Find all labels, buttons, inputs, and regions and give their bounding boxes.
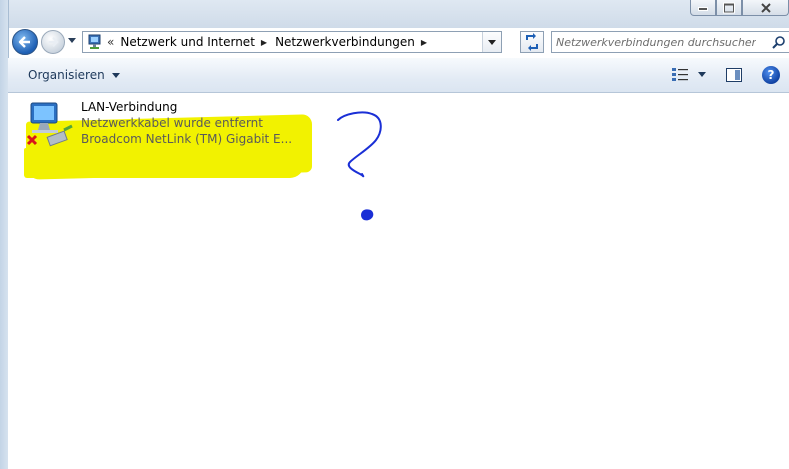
recent-pages-dropdown[interactable]: [68, 38, 76, 43]
change-view-icon[interactable]: [672, 68, 688, 82]
connection-status: Netzwerkkabel wurde entfernt: [81, 116, 263, 130]
caption-buttons: [690, 0, 789, 17]
search-icon[interactable]: [772, 35, 786, 49]
search-box[interactable]: [551, 31, 789, 53]
organize-label: Organisieren: [28, 68, 105, 82]
forward-arrow-icon: [48, 36, 59, 48]
breadcrumb-item-network-internet[interactable]: Netzwerk und Internet: [120, 35, 255, 49]
close-icon: [760, 2, 771, 13]
refresh-icon: [526, 33, 538, 51]
back-arrow-icon: [18, 36, 30, 48]
chevron-down-icon: [111, 72, 120, 78]
network-folder-icon: [88, 34, 101, 49]
help-button[interactable]: ?: [762, 66, 780, 84]
breadcrumb-separator-icon[interactable]: ▶: [261, 38, 267, 47]
maximize-button[interactable]: [716, 0, 742, 16]
connection-device: Broadcom NetLink (TM) Gigabit E...: [81, 132, 293, 146]
navigation-bar: « Netzwerk und Internet ▶ Netzwerkverbin…: [8, 28, 789, 58]
breadcrumb-separator-icon[interactable]: ▶: [421, 38, 427, 47]
chevron-down-icon: [488, 40, 496, 45]
search-input[interactable]: [556, 34, 756, 50]
minimize-icon: [698, 7, 708, 11]
connection-name: LAN-Verbindung: [81, 100, 178, 114]
network-disconnected-icon: [26, 102, 73, 147]
refresh-button[interactable]: [520, 31, 544, 53]
views-dropdown-icon[interactable]: [698, 72, 706, 77]
preview-pane-icon[interactable]: [726, 68, 742, 82]
forward-button[interactable]: [41, 30, 65, 54]
breadcrumb-item-network-connections[interactable]: Netzwerkverbindungen: [275, 35, 415, 49]
command-bar: Organisieren ?: [8, 58, 789, 93]
handwritten-question-mark-annotation: [337, 111, 382, 221]
maximize-icon: [724, 3, 734, 12]
window-titlebar: [0, 0, 789, 28]
back-button[interactable]: [12, 29, 38, 55]
connection-item-lan[interactable]: LAN-Verbindung Netzwerkkabel wurde entfe…: [26, 98, 316, 158]
breadcrumb-overflow[interactable]: «: [107, 35, 114, 49]
organize-menu-button[interactable]: Organisieren: [28, 68, 120, 82]
minimize-button[interactable]: [690, 0, 716, 16]
close-button[interactable]: [742, 0, 789, 16]
address-dropdown-button[interactable]: [482, 32, 501, 52]
breadcrumb: « Netzwerk und Internet ▶ Netzwerkverbin…: [107, 35, 435, 49]
address-bar[interactable]: « Netzwerk und Internet ▶ Netzwerkverbin…: [82, 31, 502, 53]
